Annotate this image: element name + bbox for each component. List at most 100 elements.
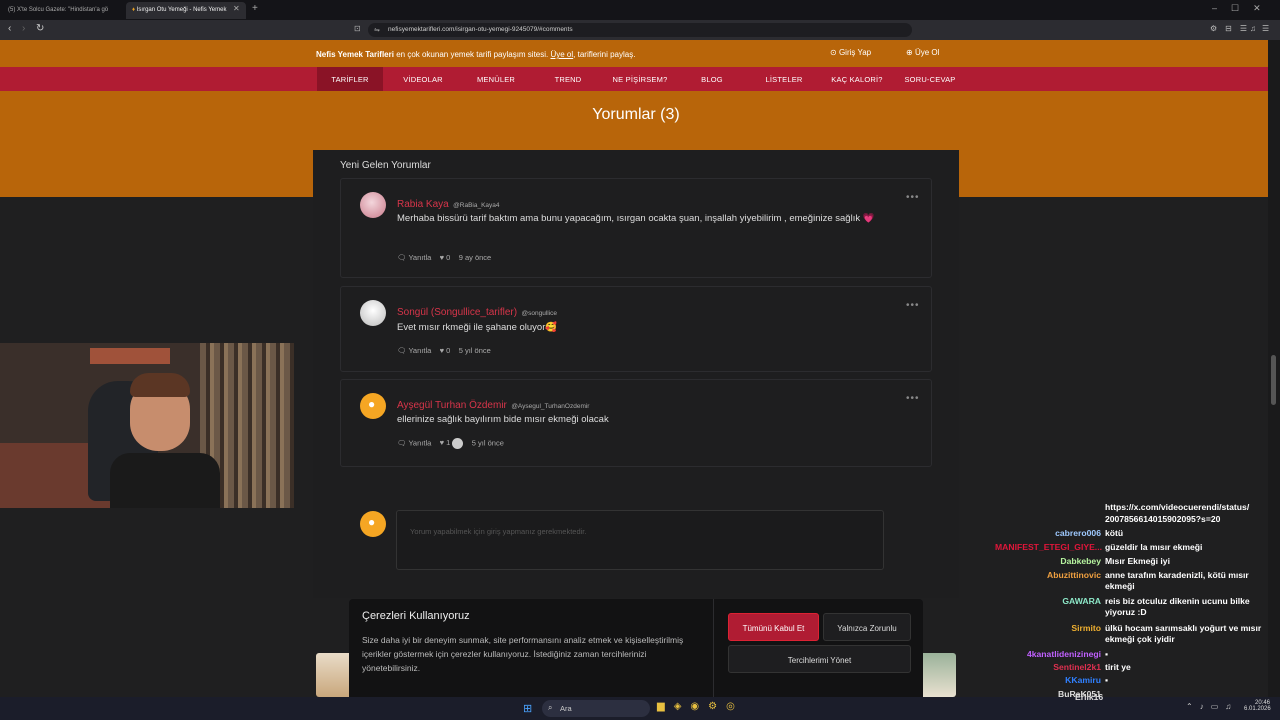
- window-controls[interactable]: ‒☐✕: [1212, 3, 1275, 14]
- user-icon: ⊙: [830, 48, 837, 57]
- more-options-icon[interactable]: •••: [906, 300, 920, 311]
- accept-all-button[interactable]: Tümünü Kabul Et: [728, 613, 819, 641]
- manage-preferences-button[interactable]: Tercihlerimi Yönet: [728, 645, 911, 673]
- clock[interactable]: 20:46 6.01.2026: [1244, 700, 1271, 712]
- nav-trend[interactable]: TREND: [542, 67, 594, 91]
- chat-message: güzeldir la mısır ekmeği: [1105, 542, 1203, 552]
- taskbar-search[interactable]: ⌕ Ara: [542, 700, 650, 717]
- user-add-icon: ⊕: [906, 48, 913, 57]
- comment-time: 5 yıl önce: [458, 346, 491, 355]
- reply-button[interactable]: 🗨 Yanıtla: [397, 438, 431, 447]
- site-top-strip: Nefis Yemek Tarifleri en çok okunan yeme…: [0, 40, 1268, 67]
- chat-username: Sentinel2k1: [1053, 662, 1101, 672]
- comment-author[interactable]: Ayşegül Turhan Özdemir: [397, 400, 507, 411]
- comment-text: ellerinize sağlık bayılırım bide mısır e…: [397, 414, 609, 425]
- reply-button[interactable]: 🗨 Yanıtla: [397, 253, 431, 262]
- streamer-shirt: [110, 453, 220, 508]
- chat-username: cabrero006: [1055, 528, 1101, 538]
- chat-emote: ▪: [1105, 675, 1109, 685]
- comment-text: Evet mısır rkmeği ile şahane oluyor🥰: [397, 322, 558, 333]
- site-favicon-icon: ♦: [132, 7, 136, 13]
- user-silhouette-icon: ●: [368, 397, 376, 411]
- search-icon: ⌕: [548, 703, 553, 712]
- signup-button[interactable]: ⊕ Üye Ol: [906, 48, 939, 57]
- like-count: 1: [446, 438, 451, 448]
- topbar-text-2: , tariflerini paylaş.: [573, 50, 636, 59]
- browser-tab-bar: (5) X'te Solcu Gazete: "Hindistan'a gö ♦…: [0, 0, 1280, 20]
- chat-username: Sirmito: [1071, 623, 1101, 633]
- heart-icon: ♥: [439, 438, 445, 448]
- user-silhouette-icon: ●: [368, 515, 376, 529]
- liker-avatar[interactable]: [452, 438, 464, 449]
- main-navigation: TARİFLER VİDEOLAR MENÜLER TREND NE PİŞİR…: [0, 67, 1268, 91]
- comment-time: 5 yıl önce: [471, 438, 504, 448]
- nav-listeler[interactable]: LİSTELER: [758, 67, 810, 91]
- tray-icons[interactable]: ⌃♪▭♫: [1186, 702, 1238, 711]
- comment-item: ● Ayşegül Turhan Özdemir @Aysegul_Turhan…: [340, 379, 932, 467]
- comment-item: Songül (Songullice_tarifler) @songullice…: [340, 286, 932, 372]
- like-button[interactable]: ♥ 0: [440, 346, 451, 355]
- chat-username: Dabkebey: [1060, 556, 1101, 566]
- comment-author[interactable]: Rabia Kaya: [397, 199, 449, 210]
- topbar-text: en çok okunan yemek tarifi paylaşım site…: [393, 50, 551, 59]
- scrollbar-thumb[interactable]: [1271, 355, 1276, 405]
- nav-tarifler[interactable]: TARİFLER: [317, 67, 383, 91]
- chat-message: Mısır Ekmeği iyi: [1105, 556, 1170, 566]
- comment-time: 9 ay önce: [458, 253, 492, 262]
- reply-label: Yanıtla: [408, 438, 432, 448]
- chat-message: https://x.com/videocuerendi/status/: [1105, 502, 1250, 512]
- windows-start-icon[interactable]: ⊞: [523, 702, 532, 715]
- extension-icons[interactable]: ⚙⊟☰: [1210, 24, 1255, 33]
- nav-videolar[interactable]: VİDEOLAR: [394, 67, 452, 91]
- avatar[interactable]: ●: [360, 393, 386, 419]
- menu-icon[interactable]: ♫☰: [1250, 24, 1275, 33]
- comment-handle: @Aysegul_TurhanOzdemir: [511, 403, 590, 410]
- more-options-icon[interactable]: •••: [906, 192, 920, 203]
- comment-author[interactable]: Songül (Songullice_tarifler): [397, 307, 517, 318]
- back-icon[interactable]: ‹: [8, 23, 11, 34]
- wall-painting: [90, 348, 170, 364]
- stream-chat-overlay: https://x.com/videocuerendi/status/ 2007…: [995, 498, 1280, 703]
- comment-handle: @songullice: [521, 310, 558, 317]
- browser-tab-active[interactable]: ♦ Isırgan Otu Yemeği - Nefis Yemek: [126, 2, 246, 19]
- more-options-icon[interactable]: •••: [906, 393, 920, 404]
- comment-text: Merhaba bissürü tarif baktım ama bunu ya…: [397, 213, 875, 224]
- clock-date: 6.01.2026: [1244, 706, 1271, 712]
- avatar[interactable]: [360, 300, 386, 326]
- taskbar-pinned-apps[interactable]: ▆◈◉⚙◎: [657, 701, 744, 712]
- tab-title: Isırgan Otu Yemeği - Nefis Yemek: [136, 7, 227, 13]
- like-count: 0: [446, 253, 451, 262]
- comment-input[interactable]: Yorum yapabilmek için giriş yapmanız ger…: [396, 510, 884, 570]
- necessary-only-button[interactable]: Yalnızca Zorunlu: [823, 613, 911, 641]
- login-button[interactable]: ⊙ Giriş Yap: [830, 48, 871, 57]
- reload-icon[interactable]: ↻: [36, 23, 44, 34]
- my-avatar: ●: [360, 511, 386, 537]
- site-info-icon[interactable]: ⇋: [374, 26, 380, 34]
- windows-taskbar: ⊞ ⌕ Ara ▆◈◉⚙◎ Erlik16 ⌃♪▭♫ 20:46 6.01.20…: [0, 692, 1280, 720]
- address-bar[interactable]: ⇋ nefisyemektarifleri.com/isirgan-otu-ye…: [368, 23, 912, 37]
- nav-blog[interactable]: BLOG: [690, 67, 734, 91]
- signup-link[interactable]: Üye ol: [550, 50, 573, 59]
- bookmark-icon[interactable]: ⊡: [354, 24, 361, 33]
- nav-menuler[interactable]: MENÜLER: [467, 67, 525, 91]
- chat-message: ülkü hocam sarımsaklı yoğurt ve mısır ek…: [1105, 623, 1262, 644]
- close-tab-icon[interactable]: ✕: [233, 4, 240, 13]
- chat-username: KKamiru: [1065, 675, 1101, 685]
- section-title: Yeni Gelen Yorumlar: [340, 160, 431, 171]
- forward-icon[interactable]: ›: [22, 23, 25, 34]
- reply-button[interactable]: 🗨 Yanıtla: [397, 346, 431, 355]
- comment-item: Rabia Kaya @RaBia_Kaya4 ••• Merhaba biss…: [340, 178, 932, 278]
- webcam-overlay: [0, 343, 294, 508]
- avatar[interactable]: [360, 192, 386, 218]
- like-button[interactable]: ♥ 1: [439, 438, 464, 449]
- new-tab-button[interactable]: +: [252, 3, 258, 14]
- nav-soru-cevap[interactable]: SORU-CEVAP: [898, 67, 962, 91]
- streamer-hair: [130, 373, 190, 397]
- chat-username: Abuzittinovic: [1047, 570, 1101, 580]
- reply-label: Yanıtla: [408, 346, 432, 355]
- browser-tab[interactable]: (5) X'te Solcu Gazete: "Hindistan'a gö: [2, 2, 122, 19]
- chat-message: kötü: [1105, 528, 1124, 538]
- nav-kac-kalori[interactable]: KAÇ KALORİ?: [826, 67, 888, 91]
- nav-ne-pisirsem[interactable]: NE PİŞİRSEM?: [606, 67, 674, 91]
- like-button[interactable]: ♥ 0: [440, 253, 451, 262]
